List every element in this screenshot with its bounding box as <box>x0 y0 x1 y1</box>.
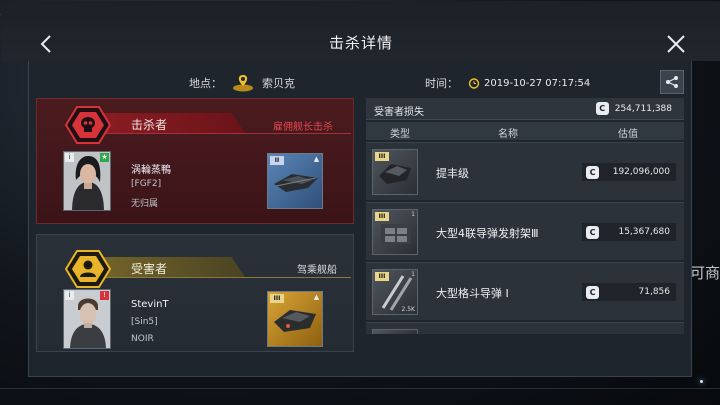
ship-tier-badge: II <box>270 156 284 165</box>
item-icon-launcher: III 1 <box>372 209 418 255</box>
loss-panel: 受害者损失 C 254,711,388 类型 名称 估值 III 提丰级 C 1… <box>366 98 684 334</box>
killer-alliance: 无归属 <box>131 199 159 209</box>
killer-ship-thumbnail[interactable]: II ▲ <box>267 153 323 209</box>
location-pin-icon <box>233 75 253 92</box>
kill-method-text: 雇佣舰长击杀 <box>273 122 333 133</box>
item-name: 提丰级 <box>436 167 469 180</box>
loss-item-row[interactable]: III 1 2.5K 大型格斗导弹 I C 71,856 <box>366 262 684 320</box>
item-icon-ship: III <box>372 149 418 195</box>
alarm-clock-icon <box>468 78 480 89</box>
location-value[interactable]: 索贝克 <box>262 75 295 91</box>
loss-total-value: 254,711,388 <box>614 103 672 114</box>
loss-header: 受害者损失 C 254,711,388 <box>366 98 684 120</box>
item-value: 15,367,680 <box>618 227 670 237</box>
column-header-type: 类型 <box>390 129 410 140</box>
victim-ship-thumbnail[interactable]: III ▲ <box>267 291 323 347</box>
killer-panel: 击杀者 雇佣舰长击杀 i ★ 涡輪蒸鴨 [FGF2] 无归属 II ▲ <box>36 98 354 224</box>
killer-avatar[interactable]: i ★ <box>63 151 111 211</box>
victim-alliance: NOIR <box>131 334 154 344</box>
item-tier-badge: III <box>375 152 389 161</box>
victim-pilot-name[interactable]: StevinT <box>131 299 169 310</box>
column-header-name: 名称 <box>498 129 518 140</box>
item-value-box: C 192,096,000 <box>582 163 676 181</box>
divider <box>75 133 351 134</box>
victim-section-label: 受害者 <box>131 262 168 276</box>
location-row: 地点： 索贝克 <box>189 73 295 93</box>
close-icon <box>667 35 685 53</box>
star-icon: ★ <box>100 153 109 162</box>
loss-item-row-partial[interactable] <box>366 322 684 334</box>
time-row: 时间： 2019-10-27 07:17:54 <box>425 73 590 93</box>
item-icon <box>372 329 418 334</box>
isk-coin-icon: C <box>586 285 599 299</box>
item-quantity: 2.5K <box>401 306 415 313</box>
victim-panel: 受害者 驾乘舰船 i ! StevinT [Sin5] NOIR III ▲ <box>36 234 354 352</box>
item-tier-badge: III <box>375 212 389 221</box>
victim-method-text: 驾乘舰船 <box>297 265 337 276</box>
loss-item-row[interactable]: III 提丰级 C 192,096,000 <box>366 142 684 200</box>
item-level: 1 <box>411 271 415 278</box>
background-side-text: 可商 <box>689 264 720 282</box>
isk-coin-icon: C <box>595 102 609 115</box>
killer-corp: [FGF2] <box>131 179 162 189</box>
ship-tier-badge: III <box>270 294 284 303</box>
loss-title: 受害者损失 <box>374 107 424 118</box>
column-header-value: 估值 <box>618 129 638 140</box>
divider <box>75 277 351 278</box>
item-value: 192,096,000 <box>612 167 670 177</box>
killer-section-label: 击杀者 <box>131 118 168 132</box>
page-title: 击杀详情 <box>328 34 393 52</box>
skull-icon <box>65 106 111 144</box>
item-level: 1 <box>411 211 415 218</box>
time-label: 时间： <box>425 77 458 90</box>
person-icon <box>65 250 111 288</box>
victim-corp: [Sin5] <box>131 317 158 327</box>
victim-avatar[interactable]: i ! <box>63 289 111 349</box>
warning-icon: ! <box>100 291 109 300</box>
share-button[interactable] <box>660 70 684 94</box>
info-icon: i <box>65 153 74 162</box>
isk-coin-icon: C <box>586 225 599 239</box>
item-name: 大型格斗导弹 I <box>436 287 509 300</box>
killer-pilot-name[interactable]: 涡輪蒸鴨 <box>131 161 171 176</box>
item-tier-badge: III <box>375 272 389 281</box>
share-icon <box>666 76 678 88</box>
location-label: 地点： <box>189 77 222 90</box>
loss-item-row[interactable]: III 1 大型4联导弹发射架Ⅲ C 15,367,680 <box>366 202 684 260</box>
info-icon: i <box>65 291 74 300</box>
time-value: 2019-10-27 07:17:54 <box>484 77 591 89</box>
item-value: 71,856 <box>638 287 671 297</box>
title-bar: 击杀详情 <box>1 1 720 61</box>
item-value-box: C 15,367,680 <box>582 223 676 241</box>
item-name: 大型4联导弹发射架Ⅲ <box>436 227 539 240</box>
ship-class-icon: ▲ <box>313 155 320 163</box>
loss-total: C 254,711,388 <box>595 102 672 115</box>
close-button[interactable] <box>665 33 687 55</box>
column-headers: 类型 名称 估值 <box>366 122 684 140</box>
ship-class-icon: ▲ <box>313 293 320 301</box>
isk-coin-icon: C <box>586 165 599 179</box>
item-value-box: C 71,856 <box>582 283 676 301</box>
item-icon-missile: III 1 2.5K <box>372 269 418 315</box>
